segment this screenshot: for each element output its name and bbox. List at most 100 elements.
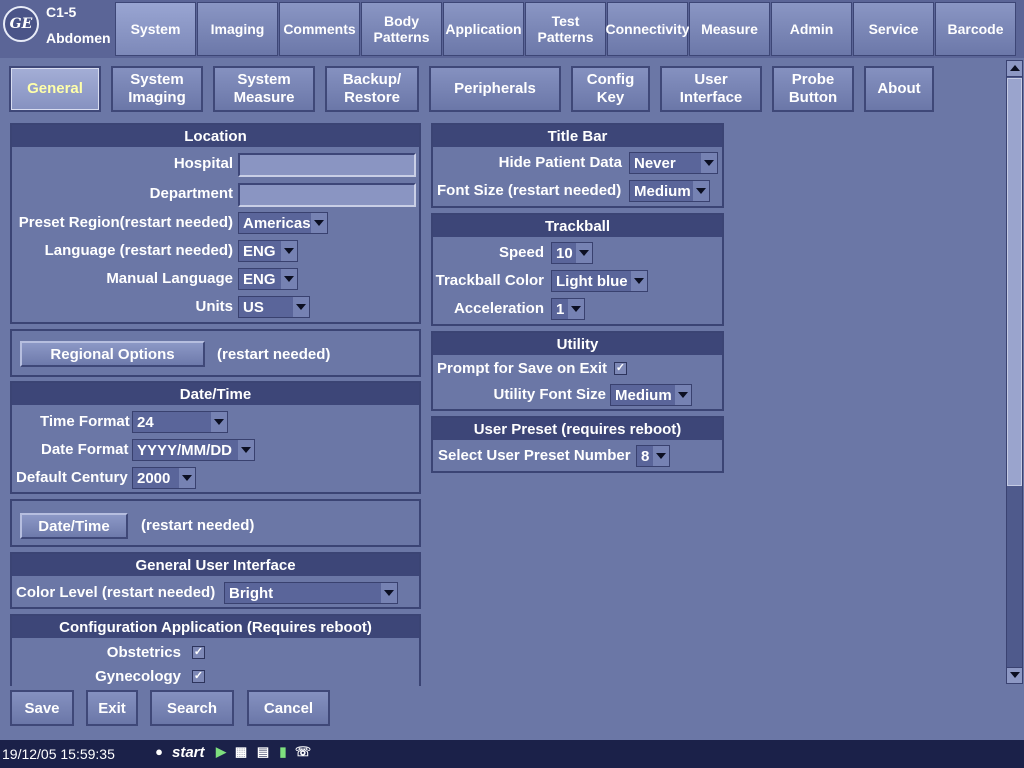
- utility-font-size-label: Utility Font Size: [493, 386, 607, 403]
- save-button[interactable]: Save: [10, 690, 74, 726]
- chevron-down-icon: [701, 153, 717, 173]
- search-button[interactable]: Search: [150, 690, 234, 726]
- scroll-down-button[interactable]: [1006, 667, 1023, 684]
- preset-region-select[interactable]: Americas: [238, 212, 328, 234]
- datetime-panel: Date/Time Time Format 24 Date Format YYY…: [10, 381, 421, 494]
- language-select[interactable]: ENG: [238, 240, 298, 262]
- user-preset-panel: User Preset (requires reboot) Select Use…: [431, 416, 724, 473]
- gynecology-label: Gynecology: [95, 668, 181, 685]
- hospital-input[interactable]: [238, 153, 416, 177]
- time-format-select[interactable]: 24: [132, 411, 228, 433]
- datetime-button[interactable]: Date/Time: [20, 513, 128, 539]
- tab-measure[interactable]: Measure: [689, 2, 770, 56]
- time-format-label: Time Format: [40, 413, 130, 430]
- regional-options-button[interactable]: Regional Options: [20, 341, 205, 367]
- ge-logo: GE: [3, 6, 39, 42]
- date-format-select[interactable]: YYYY/MM/DD: [132, 439, 255, 461]
- config-application-panel: Configuration Application (Requires rebo…: [10, 614, 421, 686]
- color-level-select[interactable]: Bright: [224, 582, 398, 604]
- acceleration-select[interactable]: 1: [551, 298, 585, 320]
- location-panel: Location Hospital Department Preset Regi…: [10, 123, 421, 324]
- trackball-color-select[interactable]: Light blue: [551, 270, 648, 292]
- subtab-user-interface[interactable]: User Interface: [660, 66, 762, 112]
- trackball-panel: Trackball Speed 10 Trackball Color Light…: [431, 213, 724, 326]
- chevron-down-icon: [631, 271, 647, 291]
- chevron-down-icon: [281, 241, 297, 261]
- start-button[interactable]: start: [172, 744, 205, 761]
- location-title: Location: [12, 125, 419, 147]
- chevron-down-icon: [576, 243, 592, 263]
- tab-admin[interactable]: Admin: [771, 2, 852, 56]
- clock: 19/12/05 15:59:35: [2, 746, 115, 762]
- units-select[interactable]: US: [238, 296, 310, 318]
- lock-icon: ●: [155, 744, 163, 759]
- tab-system[interactable]: System: [115, 2, 196, 56]
- exit-button[interactable]: Exit: [86, 690, 138, 726]
- chevron-down-icon: [693, 181, 709, 201]
- default-century-select[interactable]: 2000: [132, 467, 196, 489]
- ge-icon: ☏: [294, 744, 312, 759]
- chevron-down-icon: [238, 440, 254, 460]
- tab-body-patterns[interactable]: Body Patterns: [361, 2, 442, 56]
- department-input[interactable]: [238, 183, 416, 207]
- subtab-probe-button[interactable]: Probe Button: [772, 66, 854, 112]
- chevron-down-icon: [568, 299, 584, 319]
- date-format-label: Date Format: [41, 441, 129, 458]
- subtab-system-measure[interactable]: System Measure: [213, 66, 315, 112]
- manual-language-select[interactable]: ENG: [238, 268, 298, 290]
- scroll-up-button[interactable]: [1006, 60, 1023, 77]
- tab-service[interactable]: Service: [853, 2, 934, 56]
- subtab-peripherals[interactable]: Peripherals: [429, 66, 561, 112]
- chevron-down-icon: [311, 213, 327, 233]
- subtab-general[interactable]: General: [9, 66, 101, 112]
- font-size-select[interactable]: Medium: [629, 180, 710, 202]
- hide-patient-label: Hide Patient Data: [498, 154, 622, 171]
- prompt-save-label: Prompt for Save on Exit: [437, 360, 608, 377]
- network-icon: ▦: [234, 744, 248, 759]
- cancel-button[interactable]: Cancel: [247, 690, 330, 726]
- user-preset-title: User Preset (requires reboot): [433, 418, 722, 440]
- subtab-system-imaging[interactable]: System Imaging: [111, 66, 203, 112]
- preset-region-label: Preset Region(restart needed): [18, 214, 233, 231]
- chevron-down-icon: [381, 583, 397, 603]
- title-bar-title: Title Bar: [433, 125, 722, 147]
- usb-icon: ▶: [216, 744, 226, 759]
- tab-application[interactable]: Application: [443, 2, 524, 56]
- subtab-config-key[interactable]: Config Key: [571, 66, 650, 112]
- obstetrics-label: Obstetrics: [106, 644, 181, 661]
- chevron-down-icon: [211, 412, 227, 432]
- tab-imaging[interactable]: Imaging: [197, 2, 278, 56]
- department-label: Department: [149, 185, 233, 202]
- acceleration-label: Acceleration: [453, 300, 544, 317]
- tab-barcode[interactable]: Barcode: [935, 2, 1016, 56]
- default-century-label: Default Century: [16, 469, 128, 486]
- tab-test-patterns[interactable]: Test Patterns: [525, 2, 606, 56]
- chevron-down-icon: [653, 446, 669, 466]
- utility-panel: Utility Prompt for Save on Exit ✓ Utilit…: [431, 331, 724, 411]
- obstetrics-checkbox[interactable]: ✓: [192, 646, 205, 659]
- tab-comments[interactable]: Comments: [279, 2, 360, 56]
- hide-patient-select[interactable]: Never: [629, 152, 718, 174]
- trackball-color-label: Trackball Color: [435, 272, 544, 289]
- utility-font-size-select[interactable]: Medium: [610, 384, 692, 406]
- speed-label: Speed: [498, 244, 544, 261]
- gynecology-checkbox[interactable]: ✓: [192, 670, 205, 683]
- general-ui-panel: General User Interface Color Level (rest…: [10, 552, 421, 609]
- hospital-label: Hospital: [173, 155, 233, 172]
- battery-icon: ▮: [279, 744, 287, 759]
- datetime-restart-note: (restart needed): [141, 517, 255, 534]
- speed-select[interactable]: 10: [551, 242, 593, 264]
- color-level-label: Color Level (restart needed): [16, 584, 216, 601]
- subtab-about[interactable]: About: [864, 66, 934, 112]
- prompt-save-checkbox[interactable]: ✓: [614, 362, 627, 375]
- trackball-title: Trackball: [433, 215, 722, 237]
- tab-connectivity[interactable]: Connectivity: [606, 2, 690, 56]
- user-preset-select[interactable]: 8: [636, 445, 670, 467]
- manual-language-label: Manual Language: [106, 270, 233, 287]
- chevron-down-icon: [675, 385, 691, 405]
- subtab-backup-restore[interactable]: Backup/ Restore: [325, 66, 419, 112]
- chevron-down-icon: [281, 269, 297, 289]
- font-size-label: Font Size (restart needed): [437, 182, 622, 199]
- scroll-thumb[interactable]: [1007, 78, 1022, 486]
- arrow-down-icon: [1009, 672, 1020, 678]
